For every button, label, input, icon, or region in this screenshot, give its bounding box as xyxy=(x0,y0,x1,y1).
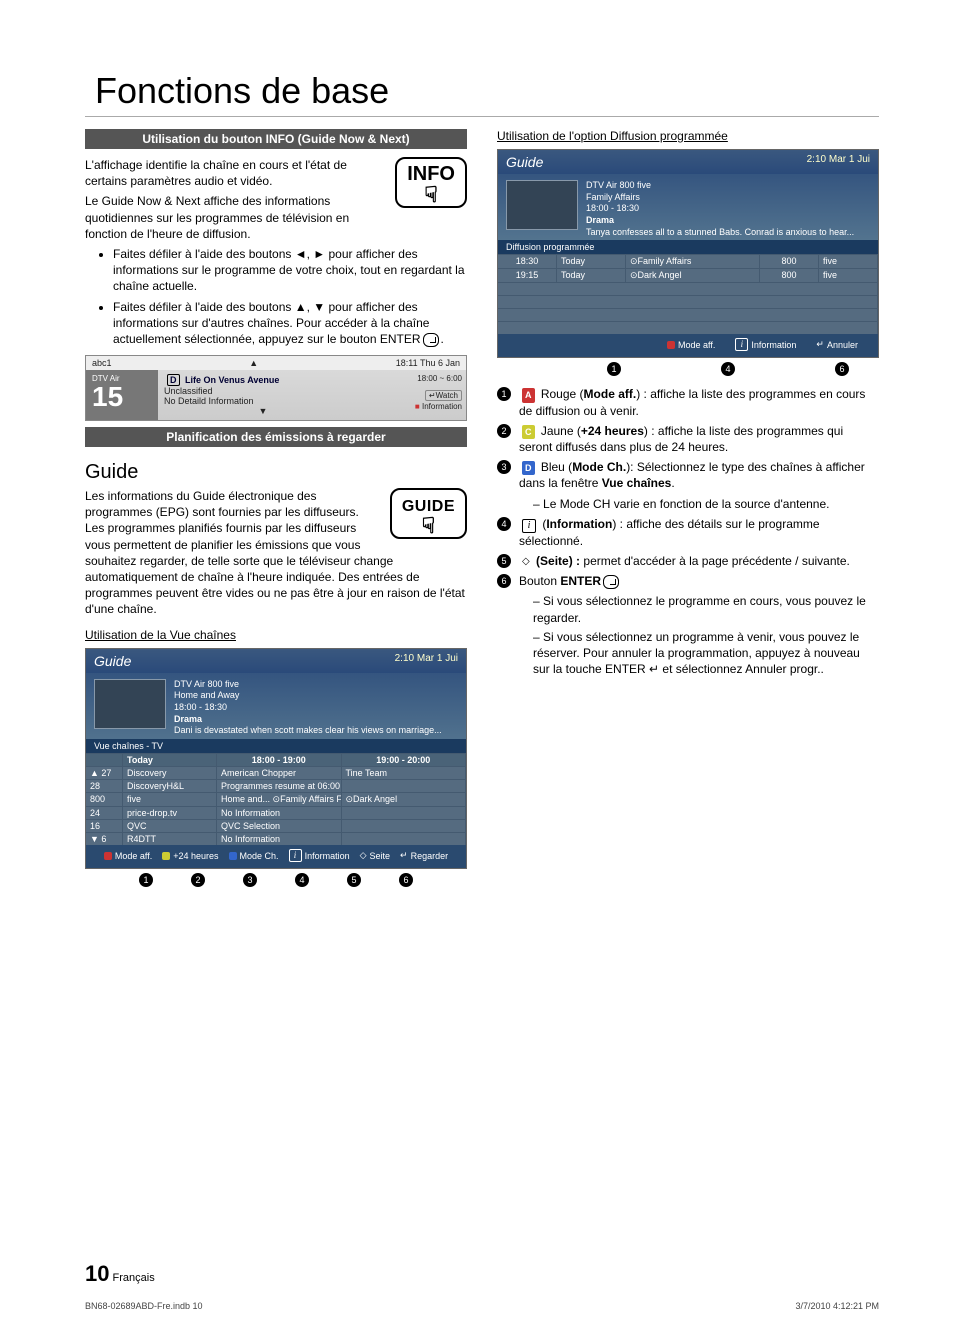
markers-1-6: 123456 xyxy=(85,873,467,887)
info-button-illustration: INFO ☟ xyxy=(395,157,467,208)
legend-item: 2C Jaune (+24 heures) : affiche la liste… xyxy=(497,423,879,455)
legend-item: 4i (Information) : affiche des détails s… xyxy=(497,516,879,549)
table-row: 28DiscoveryH&LProgrammes resume at 06:00 xyxy=(86,779,466,792)
gb-title: Guide xyxy=(506,154,543,170)
nn-line3: No Detaild Information xyxy=(164,396,362,406)
legend-sub: Si vous sélectionnez un programme à veni… xyxy=(533,629,879,678)
divider xyxy=(85,116,879,117)
legend-item: 1A Rouge (Mode aff.) : affiche la liste … xyxy=(497,386,879,418)
nn-line2: Unclassified xyxy=(164,386,362,396)
table-row: 800fiveHome and... ⊙Family Affairs Fiv..… xyxy=(86,792,466,806)
legend-item: 6 Bouton ENTER xyxy=(497,573,879,589)
bullet: Faites défiler à l'aide des boutons ◄, ►… xyxy=(113,246,467,295)
press-icon: ☟ xyxy=(407,186,455,204)
nn-chnum: 15 xyxy=(92,383,152,411)
guide-diffusion-screenshot: Guide 2:10 Mar 1 Jui DTV Air 800 five Fa… xyxy=(497,149,879,358)
legend-sub: Si vous sélectionnez le programme en cou… xyxy=(533,593,879,625)
table-row: 19:15Today⊙Dark Angel800five xyxy=(498,268,878,282)
right-column: Utilisation de l'option Diffusion progra… xyxy=(497,123,879,887)
page-footer: 10 Français xyxy=(85,1261,155,1287)
left-column: Utilisation du bouton INFO (Guide Now & … xyxy=(85,123,467,887)
section-heading-info: Utilisation du bouton INFO (Guide Now & … xyxy=(85,129,467,149)
section-heading-plan: Planification des émissions à regarder xyxy=(85,427,467,447)
press-icon: ☟ xyxy=(402,517,455,535)
table-row: 18:30Today⊙Family Affairs800five xyxy=(498,254,878,268)
h2-guide: Guide xyxy=(85,461,467,484)
d-icon: D xyxy=(167,374,180,386)
table-row: 16QVCQVC Selection xyxy=(86,819,466,832)
gb-clock: 2:10 Mar 1 Jui xyxy=(807,154,870,170)
nn-channel: abc1 xyxy=(92,358,112,368)
nn-time: 18:00 ~ 6:00 xyxy=(372,374,462,383)
table-row: ▲ 27DiscoveryAmerican ChopperTine Team xyxy=(86,766,466,779)
gb-thumb xyxy=(506,180,578,230)
print-footer: BN68-02689ABD-Fre.indb 10 3/7/2010 4:12:… xyxy=(85,1301,879,1311)
legend-sub: Le Mode CH varie en fonction de la sourc… xyxy=(533,496,879,512)
gb-thumb xyxy=(94,679,166,729)
nn-clock: 18:11 Thu 6 Jan xyxy=(396,358,460,368)
enter-icon xyxy=(423,333,439,347)
now-next-screenshot: abc1 ▲ 18:11 Thu 6 Jan DTV Air 15 D Life… xyxy=(85,355,467,421)
nn-prog: Life On Venus Avenue xyxy=(185,375,279,385)
legend-item: 5◇ (Seite) : permet d'accéder à la page … xyxy=(497,553,879,569)
table-row: ▼ 6R4DTTNo Information xyxy=(86,832,466,845)
guide-button-illustration: GUIDE ☟ xyxy=(390,488,467,539)
gb-clock: 2:10 Mar 1 Jui xyxy=(395,653,458,669)
bullet: Faites défiler à l'aide des boutons ▲, ▼… xyxy=(113,299,467,348)
table-row: 24price-drop.tvNo Information xyxy=(86,806,466,819)
guide-vue-chaines-screenshot: Guide 2:10 Mar 1 Jui DTV Air 800 five Ho… xyxy=(85,648,467,869)
gb-title: Guide xyxy=(94,653,131,669)
legend-item: 3D Bleu (Mode Ch.): Sélectionnez le type… xyxy=(497,459,879,491)
h3-diffusion-prog: Utilisation de l'option Diffusion progra… xyxy=(497,129,879,143)
page-title: Fonctions de base xyxy=(95,70,879,112)
h3-vue-chaines: Utilisation de la Vue chaînes xyxy=(85,628,467,642)
markers-1-4-6: 146 xyxy=(497,362,879,376)
nn-info: Information xyxy=(422,402,462,411)
